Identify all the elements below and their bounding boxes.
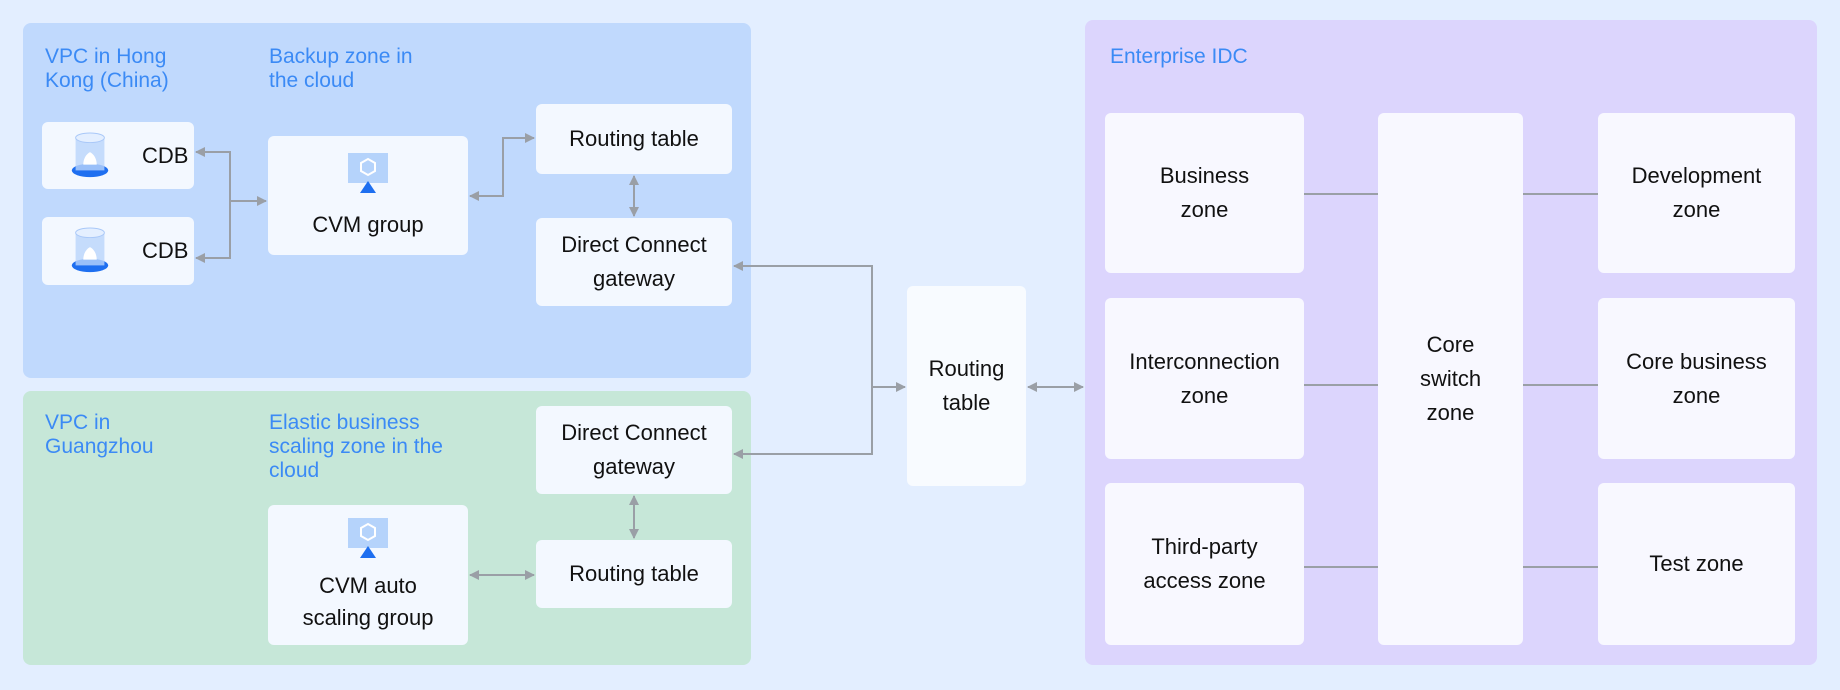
interconnection-zone-node[interactable]: Interconnection zone	[1105, 298, 1304, 459]
database-icon	[70, 132, 110, 180]
cvm-monitor-icon	[346, 516, 390, 560]
vpc-guangzhou-label: VPC in Guangzhou	[45, 411, 154, 458]
core-switch-zone-node[interactable]: Core switch zone	[1378, 113, 1523, 645]
development-zone-node[interactable]: Development zone	[1598, 113, 1795, 273]
hk-routing-table-node[interactable]: Routing table	[536, 104, 732, 174]
cdb-node-2[interactable]: CDB	[42, 217, 194, 285]
cdb-label: CDB	[142, 238, 189, 263]
cvm-auto-scaling-node[interactable]: CVM auto scaling group	[268, 505, 468, 645]
backup-zone-label: Backup zone in the cloud	[269, 45, 413, 92]
enterprise-idc-label: Enterprise IDC	[1110, 45, 1248, 68]
vpc-hongkong-label: VPC in Hong Kong (China)	[45, 45, 169, 92]
gz-dc-gateway-node[interactable]: Direct Connect gateway	[536, 406, 732, 494]
cvm-monitor-icon	[346, 151, 390, 195]
elastic-zone-label: Elastic business scaling zone in the clo…	[269, 411, 443, 482]
cdb-label: CDB	[142, 142, 189, 168]
hk-dc-gateway-node[interactable]: Direct Connect gateway	[536, 218, 732, 306]
connector-hk-dc-center	[733, 261, 873, 459]
test-zone-node[interactable]: Test zone	[1598, 483, 1795, 645]
cdb-node-1[interactable]: CDB	[42, 122, 194, 189]
cvm-group-node[interactable]: CVM group	[268, 136, 468, 255]
cvm-label: CVM group	[312, 211, 424, 237]
third-party-zone-node[interactable]: Third-party access zone	[1105, 483, 1304, 645]
database-icon	[70, 227, 110, 275]
core-business-zone-node[interactable]: Core business zone	[1598, 298, 1795, 459]
cvm-label: CVM auto scaling group	[302, 573, 434, 630]
business-zone-node[interactable]: Business zone	[1105, 113, 1304, 273]
center-routing-table-node[interactable]: Routing table	[907, 286, 1026, 486]
gz-routing-table-node[interactable]: Routing table	[536, 540, 732, 608]
